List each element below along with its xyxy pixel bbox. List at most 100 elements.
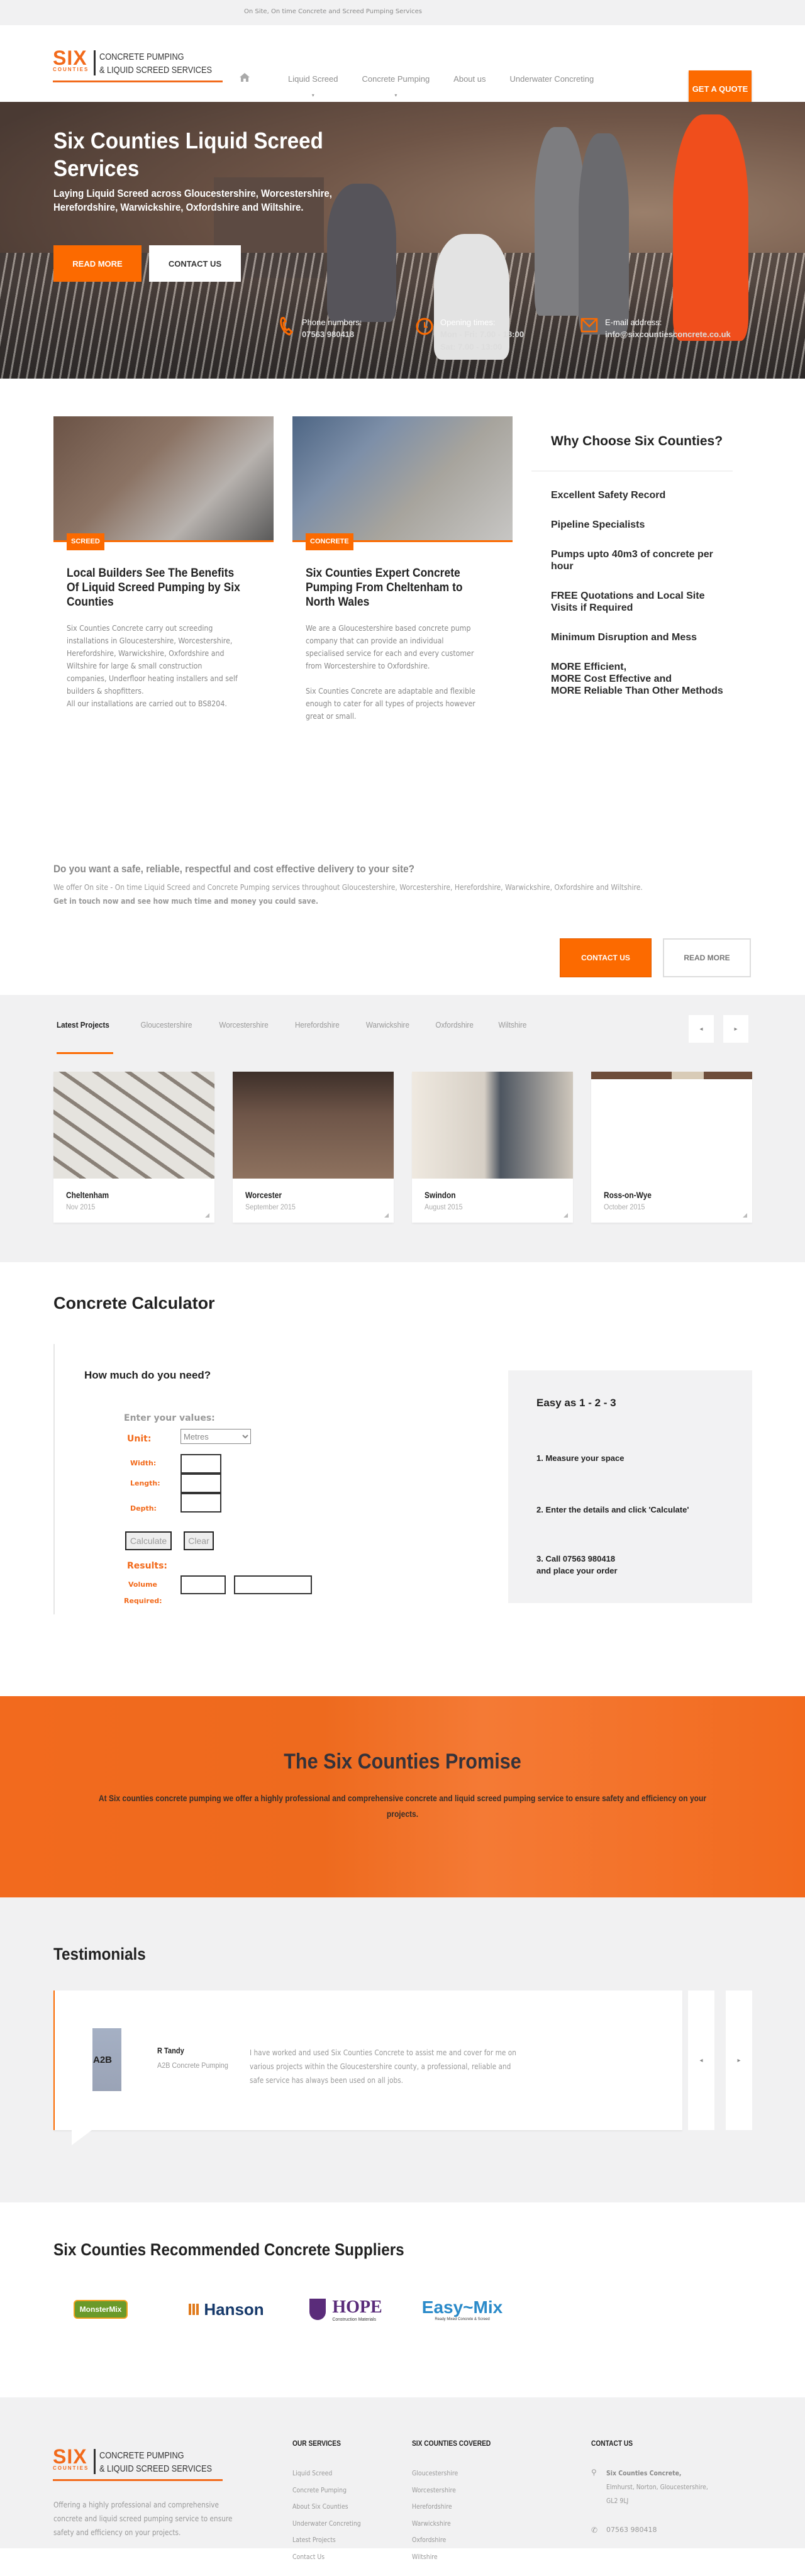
step-item: 1. Measure your space (536, 1453, 625, 1463)
home-icon[interactable] (239, 72, 250, 87)
why-item: Excellent Safety Record (551, 490, 666, 501)
corner-icon (564, 1213, 568, 1218)
nav-item-liquid-screed[interactable]: Liquid Screed ▾ (288, 74, 338, 98)
volume-label: Volume Required: (124, 1580, 162, 1605)
steps-panel: Easy as 1 - 2 - 3 1. Measure your space … (508, 1370, 752, 1603)
hero-banner: Six Counties Liquid Screed Services Layi… (0, 102, 805, 379)
project-date: September 2015 (245, 1202, 296, 1211)
article-image[interactable]: CONCRETE (292, 416, 513, 550)
testimonial-company: A2B Concrete Pumping (157, 2061, 228, 2070)
tab-warwickshire[interactable]: Warwickshire (366, 1020, 409, 1054)
tab-latest-projects[interactable]: Latest Projects (57, 1020, 113, 1054)
project-image (53, 1072, 214, 1179)
footer-link[interactable]: About Six Counties (292, 2499, 361, 2516)
project-card[interactable]: Worcester September 2015 (233, 1072, 394, 1223)
phone-icon: ✆ (591, 2526, 598, 2534)
supplier-logo-hanson[interactable]: Hanson (176, 2290, 277, 2328)
corner-icon (743, 1213, 747, 1218)
nav-item-about-us[interactable]: About us (453, 74, 486, 84)
width-input[interactable] (180, 1454, 221, 1474)
steps-title: Easy as 1 - 2 - 3 (536, 1397, 616, 1409)
project-image (412, 1072, 573, 1179)
article-image[interactable]: SCREED (53, 416, 274, 550)
footer-link[interactable]: Concrete Pumping (292, 2482, 361, 2499)
nav-item-underwater-concreting[interactable]: Underwater Concreting (510, 74, 594, 84)
phone-icon (277, 316, 296, 338)
footer-link[interactable]: Wiltshire (412, 2549, 491, 2566)
article-card[interactable]: SCREED Local Builders See The Benefits O… (53, 416, 274, 710)
article-title[interactable]: Local Builders See The Benefits Of Liqui… (67, 566, 240, 609)
project-card[interactable]: Ross-on-Wye October 2015 (591, 1072, 752, 1223)
mail-icon (580, 317, 599, 338)
depth-input[interactable] (180, 1493, 221, 1513)
calculator-question: How much do you need? (84, 1369, 211, 1381)
hero-image-figure (579, 133, 629, 335)
footer-link[interactable]: Liquid Screed (292, 2465, 361, 2482)
supplier-logo-hope[interactable]: HOPE Construction Materials (289, 2290, 402, 2328)
project-title: Swindon (425, 1190, 456, 1200)
volume-unit-output[interactable] (234, 1575, 312, 1594)
project-date: Nov 2015 (66, 1202, 96, 1211)
footer-link[interactable]: Underwater Concreting (292, 2516, 361, 2533)
project-title: Ross-on-Wye (604, 1190, 652, 1200)
supplier-logo-monstermix[interactable]: MonsterMix (63, 2290, 138, 2328)
article-title[interactable]: Six Counties Expert Concrete Pumping Fro… (306, 566, 479, 609)
footer-link[interactable]: Worcestershire (412, 2482, 491, 2499)
tab-gloucestershire[interactable]: Gloucestershire (141, 1020, 192, 1054)
footer-link[interactable]: Gloucestershire (412, 2465, 491, 2482)
promise-banner: The Six Counties Promise At Six counties… (0, 1696, 805, 1897)
suppliers-section: Six Counties Recommended Concrete Suppli… (0, 2202, 805, 2397)
tab-oxfordshire[interactable]: Oxfordshire (435, 1020, 473, 1054)
why-title: Why Choose Six Counties? (551, 434, 723, 448)
testimonials-next-button[interactable]: ▸ (726, 1990, 752, 2130)
footer-address: Six Counties Concrete, Elmhurst, Norton,… (606, 2469, 708, 2505)
shield-icon (309, 2299, 326, 2320)
supplier-logo-easymix[interactable]: Easy~Mix Ready Mixed Concrete & Screed (409, 2290, 516, 2328)
step-item: 3. Call 07563 980418 and place your orde… (536, 1554, 618, 1575)
width-label: Width: (130, 1459, 157, 1467)
testimonials-prev-button[interactable]: ◂ (688, 1990, 714, 2130)
projects-next-button[interactable]: ▸ (723, 1015, 748, 1043)
why-item: MORE Efficient, MORE Cost Effective and … (551, 662, 723, 696)
length-input[interactable] (180, 1474, 221, 1493)
logo-text: CONCRETE PUMPING & LIQUID SCREED SERVICE… (99, 2450, 213, 2474)
article-card[interactable]: CONCRETE Six Counties Expert Concrete Pu… (292, 416, 513, 723)
footer-contact: CONTACT US ⚲ Six Counties Concrete, Elmh… (591, 2439, 708, 2534)
project-card[interactable]: Cheltenham Nov 2015 (53, 1072, 214, 1223)
footer-phone[interactable]: 07563 980418 (606, 2526, 669, 2534)
hero-subtitle: Laying Liquid Screed across Gloucestersh… (53, 187, 332, 213)
cta-read-more-button[interactable]: READ MORE (663, 938, 751, 977)
footer-link[interactable]: Contact Us (292, 2549, 361, 2566)
tab-herefordshire[interactable]: Herefordshire (295, 1020, 340, 1054)
cta-contact-us-button[interactable]: CONTACT US (560, 938, 652, 977)
nav-item-concrete-pumping[interactable]: Concrete Pumping ▾ (362, 74, 430, 98)
clock-icon (415, 317, 434, 338)
testimonial-name: R Tandy (157, 2046, 184, 2055)
article-tag[interactable]: SCREED (67, 533, 104, 550)
unit-select[interactable]: Metres (180, 1429, 251, 1444)
calculate-button[interactable]: Calculate (125, 1531, 172, 1550)
footer-link[interactable]: Latest Projects (292, 2532, 361, 2549)
depth-label: Depth: (130, 1504, 157, 1513)
hero-read-more-button[interactable]: READ MORE (53, 245, 142, 282)
speech-tail (72, 2130, 92, 2145)
cta-section: Do you want a safe, reliable, respectful… (0, 863, 805, 995)
article-tag[interactable]: CONCRETE (306, 533, 353, 550)
tab-wiltshire[interactable]: Wiltshire (499, 1020, 527, 1054)
logo-divider (94, 50, 96, 75)
footer-link[interactable]: Herefordshire (412, 2499, 491, 2516)
footer-link[interactable]: Warwickshire (412, 2516, 491, 2533)
logo-text: CONCRETE PUMPING & LIQUID SCREED SERVICE… (99, 52, 213, 75)
hero-opening-times: Opening times: Mon - Fri: 7.00 - 18:00 S… (415, 317, 524, 353)
volume-output[interactable] (180, 1575, 226, 1594)
tab-worcestershire[interactable]: Worcestershire (219, 1020, 268, 1054)
chevron-down-icon: ▾ (311, 92, 314, 98)
project-card[interactable]: Swindon August 2015 (412, 1072, 573, 1223)
site-footer: SIX COUNTIES CONCRETE PUMPING & LIQUID S… (0, 2397, 805, 2561)
clear-button[interactable]: Clear (184, 1531, 214, 1550)
map-pin-icon: ⚲ (591, 2468, 597, 2477)
hero-contact-us-button[interactable]: CONTACT US (149, 245, 241, 282)
logo-divider (94, 2449, 96, 2474)
projects-prev-button[interactable]: ◂ (689, 1015, 714, 1043)
footer-link[interactable]: Oxfordshire (412, 2532, 491, 2549)
